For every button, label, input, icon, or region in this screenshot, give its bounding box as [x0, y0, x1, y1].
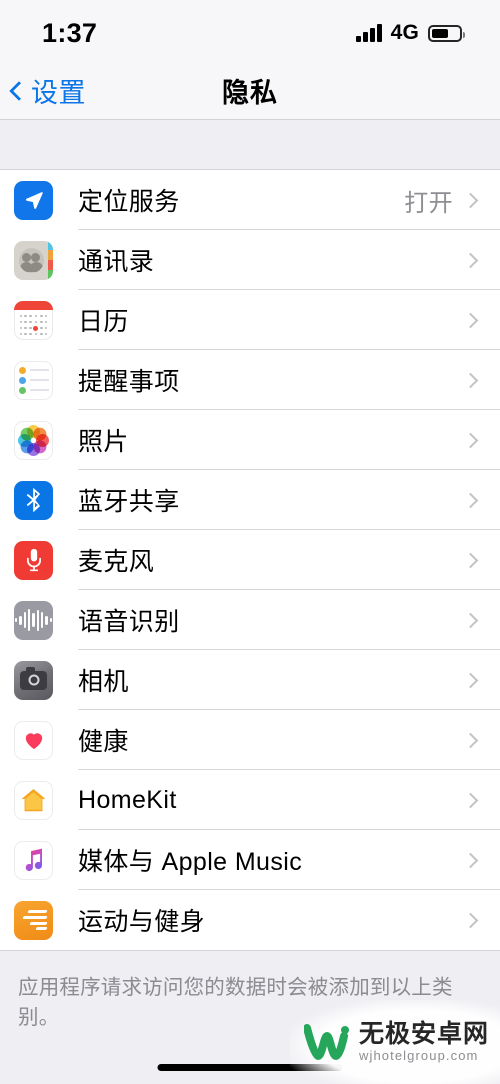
row-label: 通讯录: [78, 248, 155, 276]
chevron-right-icon: [462, 372, 479, 388]
iphone-screen: 1:37 4G 设置 隐私 定位服务 打开 通讯录 日历 提醒事项 照片 蓝牙共…: [0, 0, 500, 1084]
status-bar: 1:37 4G: [0, 0, 500, 62]
chevron-right-icon: [462, 912, 479, 928]
row-label: HomeKit: [78, 785, 177, 814]
status-indicators: 4G: [356, 17, 465, 45]
row-motion-fitness[interactable]: 运动与健身: [0, 890, 500, 950]
row-label: 日历: [78, 308, 129, 336]
row-label: 健康: [78, 728, 129, 756]
row-location-services[interactable]: 定位服务 打开: [0, 170, 500, 230]
row-homekit[interactable]: HomeKit: [0, 770, 500, 830]
row-value: 打开: [404, 189, 453, 217]
row-label: 照片: [78, 428, 129, 456]
chevron-right-icon: [462, 252, 479, 268]
row-reminders[interactable]: 提醒事项: [0, 350, 500, 410]
reminders-icon: [14, 360, 53, 400]
contacts-icon: [14, 240, 53, 280]
microphone-icon: [14, 540, 53, 580]
row-label: 媒体与 Apple Music: [78, 848, 303, 876]
row-photos[interactable]: 照片: [0, 410, 500, 470]
camera-icon: [14, 660, 53, 700]
photos-icon: [14, 420, 53, 460]
bluetooth-icon: [14, 480, 53, 520]
health-icon: [14, 720, 53, 760]
row-contacts[interactable]: 通讯录: [0, 230, 500, 290]
chevron-right-icon: [462, 732, 479, 748]
status-time: 1:37: [42, 17, 98, 48]
battery-icon: [428, 24, 465, 42]
chevron-left-icon: [9, 80, 29, 101]
music-icon: [14, 840, 53, 880]
chevron-right-icon: [462, 672, 479, 688]
chevron-right-icon: [462, 852, 479, 868]
chevron-right-icon: [462, 552, 479, 568]
chevron-right-icon: [462, 432, 479, 448]
row-speech-recognition[interactable]: 语音识别: [0, 590, 500, 650]
section-gap: [0, 120, 500, 169]
watermark-logo-icon: [304, 1024, 349, 1060]
watermark-subtitle: wjhotelgroup.com: [359, 1048, 479, 1064]
chevron-right-icon: [462, 312, 479, 328]
chevron-right-icon: [462, 612, 479, 628]
navigation-bar: 设置 隐私: [0, 62, 500, 120]
row-bluetooth-sharing[interactable]: 蓝牙共享: [0, 470, 500, 530]
row-microphone[interactable]: 麦克风: [0, 530, 500, 590]
row-label: 提醒事项: [78, 368, 180, 396]
row-label: 定位服务: [78, 188, 180, 216]
row-media-apple-music[interactable]: 媒体与 Apple Music: [0, 830, 500, 890]
fitness-icon: [14, 900, 53, 940]
homekit-icon: [14, 780, 53, 820]
row-camera[interactable]: 相机: [0, 650, 500, 710]
back-button[interactable]: 设置: [0, 71, 86, 110]
row-label: 麦克风: [78, 548, 155, 576]
privacy-settings-list: 定位服务 打开 通讯录 日历 提醒事项 照片 蓝牙共享 麦克风 语音识别 相机 …: [0, 169, 500, 951]
row-label: 相机: [78, 668, 129, 696]
row-calendar[interactable]: 日历: [0, 290, 500, 350]
network-type-label: 4G: [390, 21, 419, 44]
watermark: 无极安卓网 wjhotelgroup.com: [290, 1000, 500, 1084]
signal-bars-icon: [356, 24, 382, 42]
location-services-icon: [14, 180, 53, 220]
back-button-label: 设置: [31, 78, 86, 108]
speech-recognition-icon: [14, 600, 53, 640]
chevron-right-icon: [462, 192, 479, 208]
chevron-right-icon: [462, 792, 479, 808]
row-label: 运动与健身: [78, 908, 206, 936]
watermark-title: 无极安卓网: [359, 1019, 490, 1048]
calendar-icon: [14, 300, 53, 340]
row-label: 语音识别: [78, 608, 180, 636]
chevron-right-icon: [462, 492, 479, 508]
row-health[interactable]: 健康: [0, 710, 500, 770]
row-label: 蓝牙共享: [78, 488, 180, 516]
